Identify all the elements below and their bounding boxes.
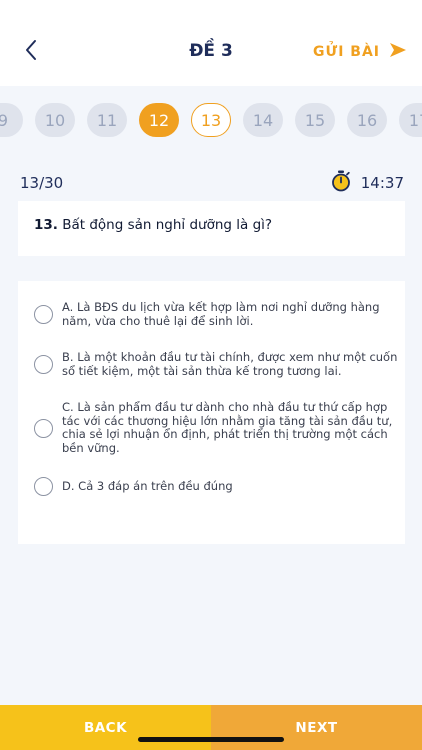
radio-a[interactable] bbox=[34, 305, 53, 324]
question-number-12[interactable]: 12 bbox=[139, 103, 179, 137]
answer-label-b: B. Là một khoản đầu tư tài chính, được x… bbox=[62, 350, 398, 378]
question-number-17[interactable]: 17 bbox=[399, 103, 422, 137]
header: ĐỀ 3 GỬI BÀI bbox=[0, 0, 422, 86]
submit-label: GỬI BÀI bbox=[313, 44, 380, 60]
question-card: 13. Bất động sản nghỉ dưỡng là gì? bbox=[18, 201, 405, 256]
answers-card: A. Là BĐS du lịch vừa kết hợp làm nơi ng… bbox=[18, 281, 405, 544]
radio-c[interactable] bbox=[34, 418, 53, 438]
footer: BACK NEXT bbox=[0, 705, 422, 750]
answer-label-d: D. Cả 3 đáp án trên đều đúng bbox=[62, 478, 233, 493]
answer-label-a: A. Là BĐS du lịch vừa kết hợp làm nơi ng… bbox=[62, 300, 380, 328]
timer-text: 14:37 bbox=[360, 174, 404, 192]
question-body: Bất động sản nghỉ dưỡng là gì? bbox=[62, 217, 273, 233]
submit-button[interactable]: GỬI BÀI bbox=[313, 40, 408, 64]
question-progress: 13/30 bbox=[20, 174, 64, 192]
answer-option-a[interactable]: A. Là BĐS du lịch vừa kết hợp làm nơi ng… bbox=[34, 300, 401, 328]
next-button[interactable]: NEXT bbox=[211, 705, 422, 750]
send-arrow-icon bbox=[388, 41, 408, 64]
question-number-11[interactable]: 11 bbox=[87, 103, 127, 137]
question-text: 13. Bất động sản nghỉ dưỡng là gì? bbox=[34, 217, 389, 233]
question-number-15[interactable]: 15 bbox=[295, 103, 335, 137]
question-number-strip: 9 10 11 12 13 14 15 16 17 bbox=[0, 103, 422, 141]
home-indicator bbox=[138, 737, 284, 742]
answer-option-d[interactable]: D. Cả 3 đáp án trên đều đúng bbox=[34, 477, 401, 496]
back-button[interactable]: BACK bbox=[0, 705, 211, 750]
question-number-16[interactable]: 16 bbox=[347, 103, 387, 137]
answer-option-b[interactable]: B. Là một khoản đầu tư tài chính, được x… bbox=[34, 350, 401, 378]
answer-option-c[interactable]: C. Là sản phẩm đầu tư dành cho nhà đầu t… bbox=[34, 400, 401, 455]
stopwatch-icon bbox=[331, 170, 351, 197]
question-number-14[interactable]: 14 bbox=[243, 103, 283, 137]
answer-label-c: C. Là sản phẩm đầu tư dành cho nhà đầu t… bbox=[62, 400, 393, 455]
question-number-9[interactable]: 9 bbox=[0, 103, 23, 137]
question-number-13[interactable]: 13 bbox=[191, 103, 231, 137]
question-number-10[interactable]: 10 bbox=[35, 103, 75, 137]
radio-b[interactable] bbox=[34, 355, 53, 374]
timer: 14:37 bbox=[331, 170, 404, 197]
radio-d[interactable] bbox=[34, 477, 53, 496]
question-number: 13. bbox=[34, 217, 58, 233]
progress-row: 13/30 14:37 bbox=[20, 170, 404, 197]
